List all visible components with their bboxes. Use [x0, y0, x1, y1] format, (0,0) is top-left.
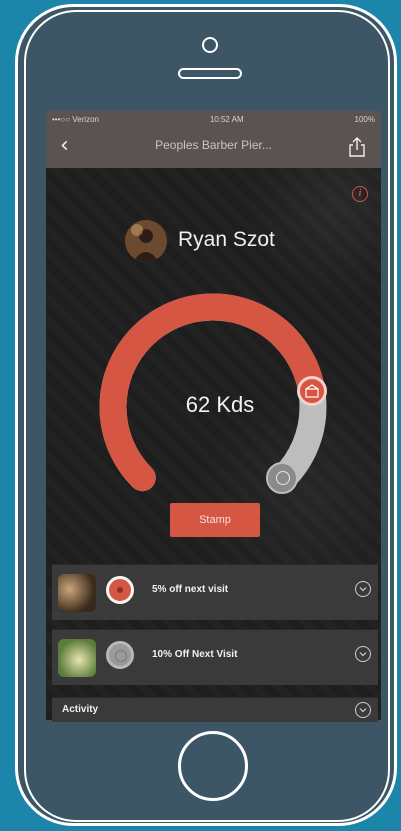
camera-icon [202, 37, 218, 53]
reward-badge-icon [106, 641, 134, 669]
points-label: 62 Kds [185, 392, 255, 417]
reward-label: 5% off next visit [152, 584, 229, 595]
user-name: Ryan Szot [178, 228, 275, 251]
nav-bar: ‹ Peoples Barber Pier... [46, 127, 381, 169]
speaker-grille [178, 68, 242, 79]
battery-label: 100% [354, 114, 375, 124]
chevron-down-icon[interactable] [355, 646, 371, 662]
reward-thumbnail [58, 574, 96, 612]
reward-row[interactable]: 10% Off Next Visit [52, 629, 378, 685]
avatar [125, 220, 167, 262]
reward-row[interactable]: 5% off next visit [52, 564, 378, 620]
carrier-label: •••○○ Verizon [52, 114, 99, 124]
info-icon[interactable]: i [352, 186, 368, 202]
back-chevron-icon[interactable]: ‹ [60, 134, 69, 158]
reward-badge-icon [106, 576, 134, 604]
reward-label: 10% Off Next Visit [152, 649, 238, 660]
reward-marker-icon[interactable] [296, 376, 327, 407]
status-time: 10:52 AM [209, 114, 244, 124]
stamp-button[interactable]: Stamp [170, 503, 260, 537]
stamp-info-icon[interactable] [266, 462, 298, 494]
activity-label: Activity [62, 704, 99, 715]
page-title: Peoples Barber Pier... [155, 138, 272, 152]
chevron-down-icon[interactable] [355, 702, 371, 718]
activity-row[interactable]: Activity [52, 697, 378, 722]
home-button[interactable] [178, 731, 248, 801]
status-bar: •••○○ Verizon 10:52 AM 100% [46, 111, 381, 127]
share-icon[interactable] [348, 137, 366, 157]
reward-thumbnail [58, 639, 96, 677]
chevron-down-icon[interactable] [355, 581, 371, 597]
